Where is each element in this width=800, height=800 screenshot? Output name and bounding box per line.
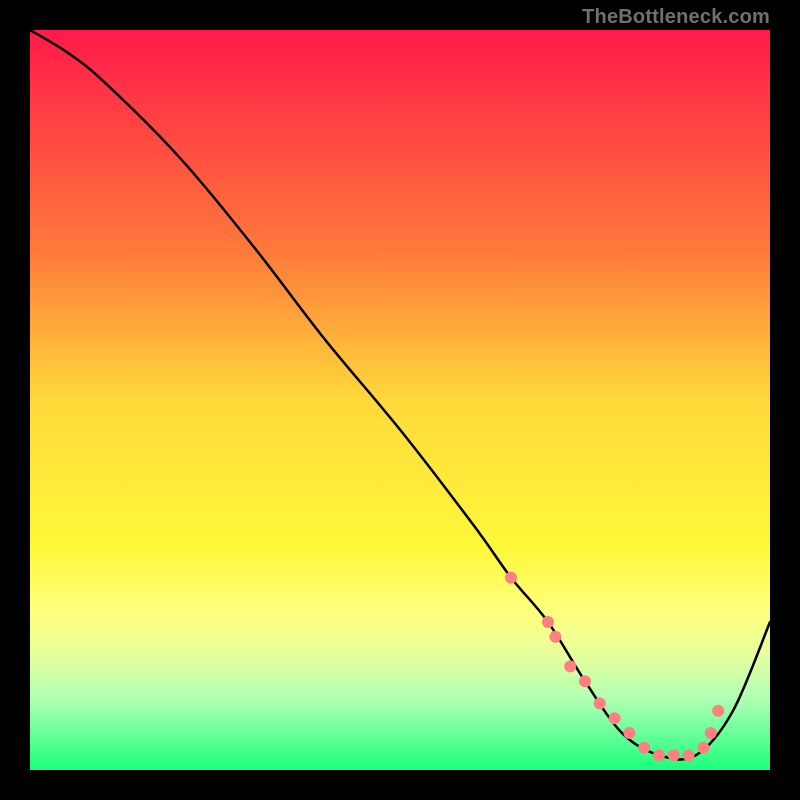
marker-dot: [505, 572, 517, 584]
marker-dot: [697, 742, 709, 754]
marker-dot: [705, 727, 717, 739]
marker-dot: [564, 660, 576, 672]
chart-container: TheBottleneck.com: [0, 0, 800, 800]
marker-dot: [638, 742, 650, 754]
attribution-label: TheBottleneck.com: [582, 6, 770, 29]
bottleneck-chart: [30, 30, 770, 770]
marker-dot: [623, 727, 635, 739]
chart-background: [30, 30, 770, 770]
marker-dot: [549, 631, 561, 643]
marker-dot: [579, 675, 591, 687]
marker-dot: [594, 697, 606, 709]
marker-dot: [712, 705, 724, 717]
marker-dot: [683, 749, 695, 761]
marker-dot: [668, 749, 680, 761]
marker-dot: [653, 749, 665, 761]
marker-dot: [542, 616, 554, 628]
marker-dot: [609, 712, 621, 724]
